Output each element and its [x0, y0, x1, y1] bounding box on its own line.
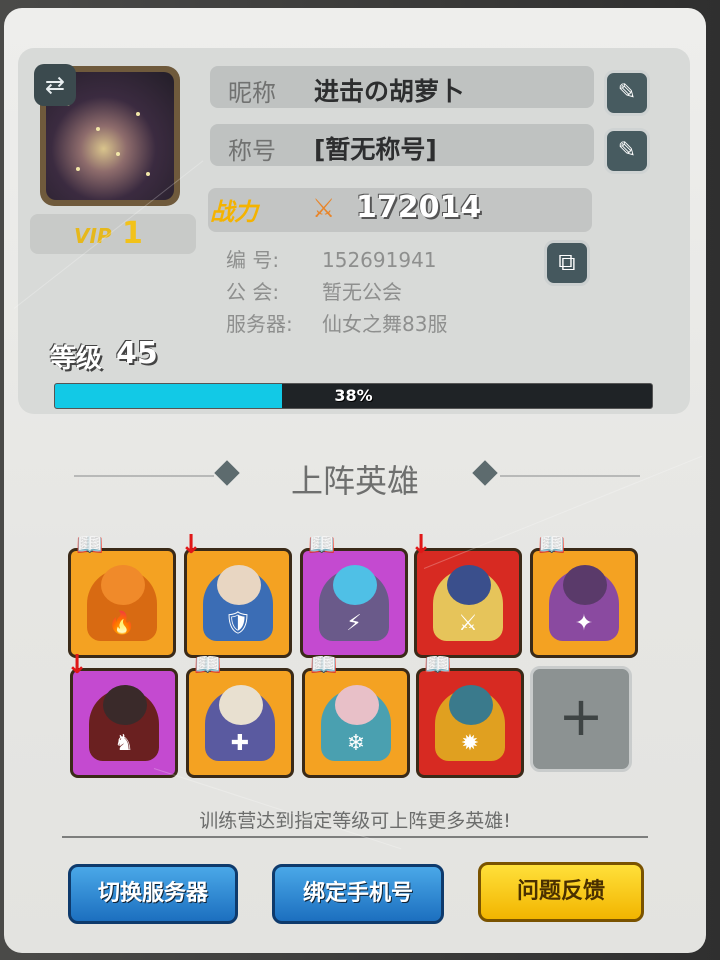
hero-card[interactable]: ✦ — [530, 548, 638, 658]
edit-title-button[interactable]: ✎ — [604, 128, 650, 174]
id-value: 152691941 — [322, 248, 437, 272]
book-icon: 📖 — [538, 533, 566, 558]
profile-panel: ⇄ VIP 1 昵称 进击の胡萝卜 ✎ 称号 [暂无称号] ✎ 战力 ⚔ 172… — [4, 8, 706, 953]
hero-emblem-icon: ⚔ — [458, 611, 478, 636]
hero-card[interactable]: ✹ — [416, 668, 524, 778]
guild-value: 暂无公会 — [322, 280, 402, 304]
lineup-hint: 训练营达到指定等级可上阵更多英雄! — [199, 810, 511, 832]
book-icon: 📖 — [310, 653, 338, 678]
nickname-field: 昵称 进击の胡萝卜 — [210, 66, 594, 108]
power-label: 战力 — [210, 198, 258, 226]
hero-card[interactable]: 🔥 — [68, 548, 176, 658]
copy-icon: ⧉ — [558, 248, 576, 276]
book-icon: 📖 — [424, 653, 452, 678]
hero-portrait-head — [333, 565, 377, 605]
hero-portrait-head — [563, 565, 607, 605]
red-arrow-icon: ↓ — [410, 530, 432, 560]
swap-icon: ⇄ — [44, 71, 66, 99]
xp-progress-text: 38% — [334, 386, 373, 405]
level-label: 等级 — [50, 344, 103, 374]
power-value: 172014 — [356, 190, 482, 225]
title-field: 称号 [暂无称号] — [210, 124, 594, 166]
nickname-label: 昵称 — [228, 79, 276, 107]
switch-server-button[interactable]: 切换服务器 — [68, 864, 238, 924]
hero-portrait-head — [101, 565, 145, 605]
hero-emblem-icon: 🔥 — [108, 611, 136, 636]
hero-emblem-icon: ✚ — [230, 731, 250, 756]
hint-divider — [62, 836, 648, 838]
hero-portrait-head — [103, 685, 147, 725]
hero-portrait-head — [447, 565, 491, 605]
book-icon: 📖 — [308, 533, 336, 558]
bind-phone-button[interactable]: 绑定手机号 — [272, 864, 444, 924]
id-row: 编 号: 152691941 — [226, 244, 437, 273]
server-label: 服务器: — [226, 312, 293, 336]
plus-icon: + — [558, 685, 604, 748]
hero-card[interactable]: 🛡 — [184, 548, 292, 658]
vip-strip — [30, 214, 196, 254]
hero-portrait-head — [219, 685, 263, 725]
id-label: 编 号: — [226, 248, 280, 272]
title-label: 称号 — [228, 137, 276, 165]
nickname-value: 进击の胡萝卜 — [314, 77, 465, 106]
hero-emblem-icon: ♞ — [114, 731, 134, 756]
hero-emblem-icon: ⚡ — [346, 611, 362, 636]
add-hero-slot[interactable]: + — [530, 666, 632, 772]
pencil-icon: ✎ — [617, 80, 637, 105]
red-arrow-icon: ↓ — [66, 650, 88, 680]
hero-emblem-icon: 🛡 — [224, 611, 252, 636]
hero-card[interactable]: ❄ — [302, 668, 410, 778]
swap-avatar-button[interactable]: ⇄ — [34, 64, 76, 106]
level-value: 45 — [116, 336, 158, 371]
hero-emblem-icon: ✦ — [574, 611, 594, 636]
server-value: 仙女之舞83服 — [322, 312, 448, 336]
section-divider-right — [500, 475, 640, 477]
hero-card[interactable]: ♞ — [70, 668, 178, 778]
title-value: [暂无称号] — [314, 135, 437, 164]
edit-nickname-button[interactable]: ✎ — [604, 70, 650, 116]
copy-id-button[interactable]: ⧉ — [544, 240, 590, 286]
feedback-button[interactable]: 问题反馈 — [478, 862, 644, 922]
xp-progress-bar: 38% — [54, 383, 653, 409]
server-row: 服务器: 仙女之舞83服 — [226, 308, 447, 337]
hero-portrait-head — [449, 685, 493, 725]
section-title: 上阵英雄 — [290, 462, 419, 500]
hero-card[interactable]: ✚ — [186, 668, 294, 778]
red-arrow-icon: ↓ — [180, 530, 202, 560]
pencil-icon: ✎ — [617, 138, 637, 163]
book-icon: 📖 — [76, 533, 104, 558]
guild-row: 公 会: 暂无公会 — [226, 276, 402, 305]
hero-card[interactable]: ⚡ — [300, 548, 408, 658]
crossed-swords-icon: ⚔ — [312, 194, 336, 224]
hero-portrait-head — [217, 565, 261, 605]
guild-label: 公 会: — [226, 280, 280, 304]
hero-emblem-icon: ❄ — [346, 731, 366, 756]
hero-emblem-icon: ✹ — [460, 731, 480, 756]
hero-portrait-head — [335, 685, 379, 725]
book-icon: 📖 — [194, 653, 222, 678]
